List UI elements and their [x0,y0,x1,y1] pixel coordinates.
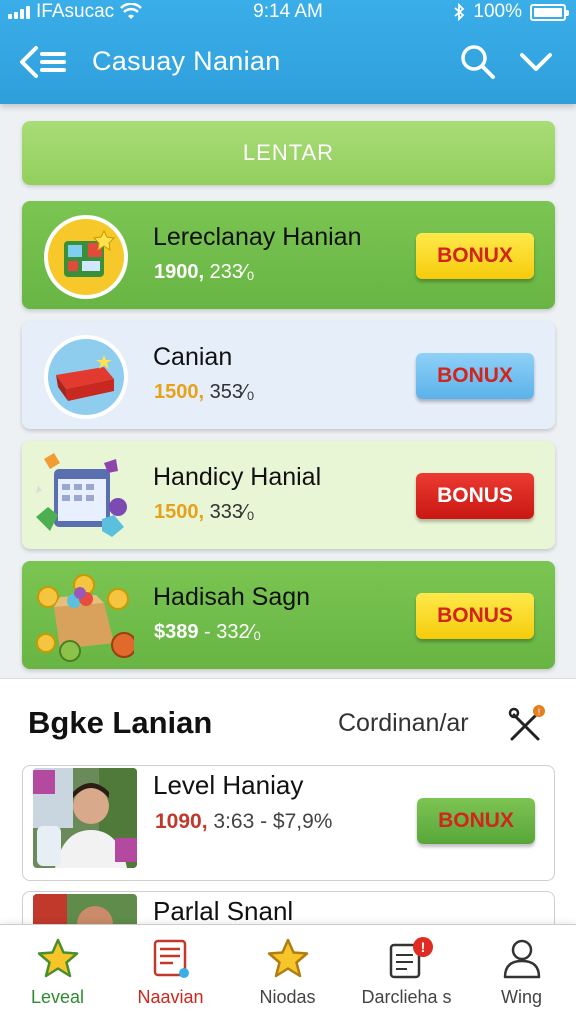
offer-amount: 1500, [154,381,205,403]
status-bar: IFAsucac 9:14 AM 100% [0,0,576,26]
tools-icon: ! [508,705,545,741]
offer-rate: - 332⁄₀ [198,621,262,643]
star-outline-icon [266,937,310,981]
tab-naavian[interactable]: Naavian [113,925,228,1024]
tab-label: Darclieha s [361,987,452,1007]
back-menu-icon [20,46,66,78]
tab-label: Leveal [30,987,85,1007]
dropdown-button[interactable] [516,42,556,82]
status-right: 100% [453,1,569,23]
level-meta: 1090, 3:63 - $7,9% [155,810,332,834]
search-button[interactable] [458,42,498,82]
level-rate: 3:63 - $7,9% [207,810,333,833]
offer-title: Lereclanay Hanian [153,223,362,251]
page-title: Casuay Nanian [92,46,281,76]
section-title: Bgke Lanian [28,705,213,740]
news-icon [149,937,193,981]
level-amount: 1090, [155,810,208,833]
offer-card[interactable]: Hadisah Sagn $389 - 332⁄₀ BONUS [22,561,555,669]
back-button[interactable] [18,42,70,82]
tab-label: Niodas [259,987,316,1007]
app-header: IFAsucac 9:14 AM 100% Casuay Nanian [0,0,576,104]
offer-card[interactable]: Lereclanay Hanian 1900, 233⁄₀ BONUX [22,201,555,309]
notes-icon: ! [385,937,433,981]
battery-icon [530,3,569,21]
bluetooth-icon [454,3,465,21]
offer-amount: 1500, [154,501,205,523]
svg-text:!: ! [538,707,541,717]
tab-wing[interactable]: Wing [464,925,576,1024]
star-icon [36,937,80,981]
offer-meta: 1500, 353⁄₀ [154,381,255,404]
tab-niodas[interactable]: Niodas [230,925,345,1024]
offer-card[interactable]: Canian 1500, 353⁄₀ BONUX [22,321,555,429]
user-icon [500,937,544,981]
battery-percent: 100% [473,1,522,22]
avatar [33,768,137,868]
offer-rate: 333⁄₀ [204,501,255,523]
red-toolbox-icon [42,333,130,421]
tab-darclieha[interactable]: ! Darclieha s [349,925,464,1024]
tab-label: Wing [500,987,542,1007]
offer-rate: 233⁄₀ [204,261,255,283]
nav-row: Casuay Nanian [0,36,576,88]
offer-card[interactable]: Handicy Hanial 1500, 333⁄₀ BONUS [22,441,555,549]
calculator-gift-icon [42,213,130,301]
tools-button[interactable]: ! [506,703,548,745]
tab-bar: Leveal Naavian Niodas ! Darclieha s Wing [0,924,576,1024]
tab-label: Naavian [137,987,204,1007]
bonus-button[interactable]: BONUX [417,798,535,844]
tab-leveal[interactable]: Leveal [0,925,115,1024]
offer-amount: $389 [154,621,199,643]
bonus-button[interactable]: BONUS [416,473,534,519]
section-link[interactable]: Cordinan/ar [338,709,469,738]
level-card[interactable]: Level Haniay 1090, 3:63 - $7,9% BONUX [22,765,555,881]
level-title: Level Haniay [153,770,304,800]
offer-meta: $389 - 332⁄₀ [154,621,261,644]
offer-meta: 1500, 333⁄₀ [154,501,255,524]
offer-amount: 1900, [154,261,205,283]
offer-title: Handicy Hanial [153,463,322,491]
level-title: Parlal Snanl [153,896,294,926]
bonus-button[interactable]: BONUS [416,593,534,639]
calendar-gems-icon [36,453,130,541]
bonus-button[interactable]: BONUX [416,353,534,399]
chevron-down-icon [520,53,552,71]
offer-title: Canian [153,343,233,371]
search-icon [461,45,495,79]
bonus-button[interactable]: BONUX [416,233,534,279]
offer-meta: 1900, 233⁄₀ [154,261,255,284]
coin-box-icon [36,573,137,662]
enter-button[interactable]: LENTAR [22,121,555,185]
offer-title: Hadisah Sagn [153,583,311,611]
svg-text:!: ! [420,939,425,955]
offer-rate: 353⁄₀ [204,381,255,403]
